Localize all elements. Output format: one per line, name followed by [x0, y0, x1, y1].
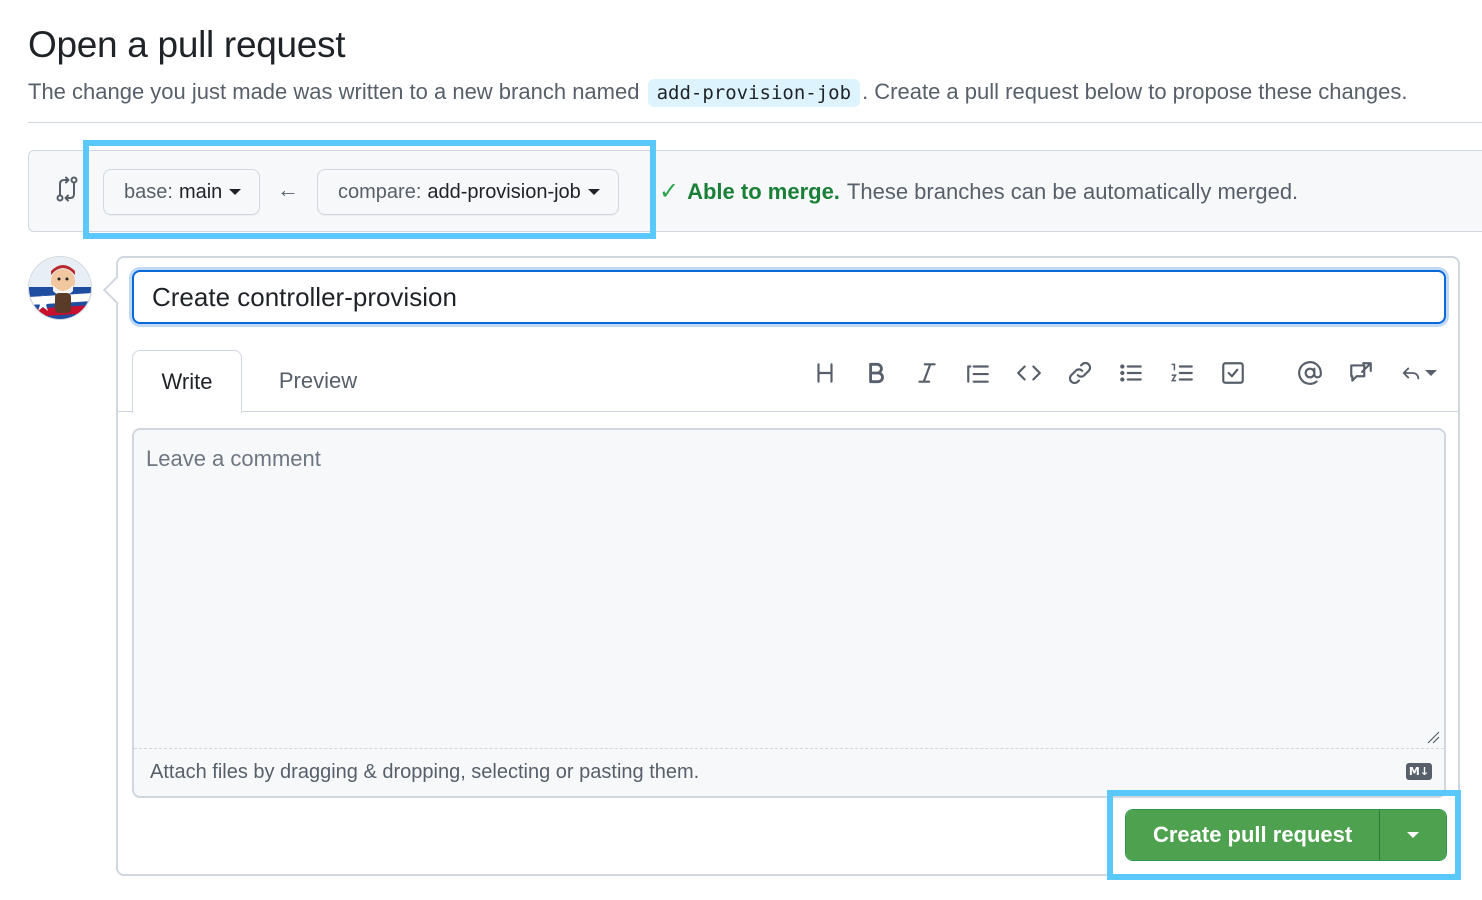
branch-selector-highlight [83, 140, 656, 239]
resize-handle-icon[interactable] [1426, 730, 1440, 744]
branch-name-code: add-provision-job [647, 79, 861, 107]
merge-description: These branches can be automatically merg… [846, 178, 1299, 204]
avatar [28, 256, 92, 320]
page-subtitle: The change you just made was written to … [28, 79, 1408, 107]
markdown-icon: M↓ [1406, 763, 1432, 780]
italic-icon[interactable] [910, 356, 944, 390]
page-title: Open a pull request [28, 24, 346, 65]
unordered-list-icon[interactable] [1114, 356, 1148, 390]
chevron-down-icon [1424, 370, 1437, 376]
git-compare-icon [56, 176, 78, 202]
tab-write[interactable]: Write [132, 350, 242, 413]
header-divider [28, 122, 1482, 123]
subtitle-text: The change you just made was written to … [28, 79, 640, 104]
check-icon: ✓ [659, 178, 680, 205]
bold-icon[interactable] [859, 356, 893, 390]
tab-preview[interactable]: Preview [258, 350, 378, 412]
subtitle-text-end: . Create a pull request below to propose… [862, 79, 1408, 104]
attach-files-text[interactable]: Attach files by dragging & dropping, sel… [150, 761, 699, 784]
merge-status: ✓ Able to merge. These branches can be a… [659, 177, 1298, 206]
cross-reference-icon[interactable] [1344, 356, 1378, 390]
link-icon[interactable] [1063, 356, 1097, 390]
mention-icon[interactable] [1293, 356, 1327, 390]
create-pr-highlight [1107, 790, 1461, 880]
heading-icon[interactable] [808, 356, 842, 390]
pull-request-form: Write Preview [116, 256, 1460, 876]
quote-icon[interactable] [961, 356, 995, 390]
ordered-list-icon[interactable] [1165, 356, 1199, 390]
comment-textarea[interactable] [134, 430, 1444, 748]
comment-box: Attach files by dragging & dropping, sel… [132, 428, 1446, 798]
task-list-icon[interactable] [1216, 356, 1250, 390]
tabs-divider [118, 411, 1458, 412]
attach-divider [134, 748, 1444, 749]
markdown-toolbar [808, 356, 1458, 390]
code-icon[interactable] [1012, 356, 1046, 390]
merge-ok-text: Able to merge. [687, 178, 840, 204]
pr-title-input[interactable] [132, 270, 1446, 324]
saved-replies-icon[interactable] [1395, 356, 1441, 390]
